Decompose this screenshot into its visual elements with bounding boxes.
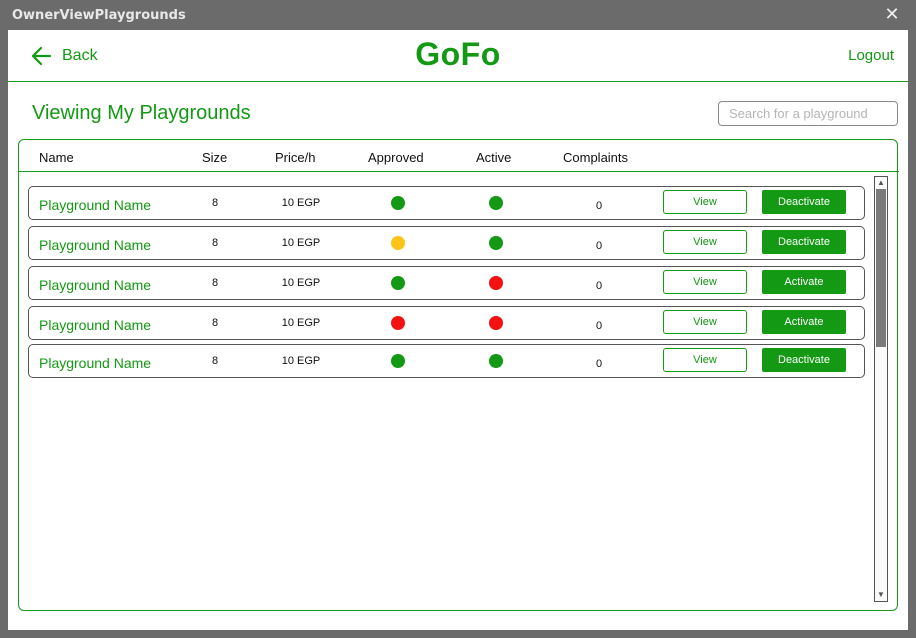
approved-status-dot <box>391 316 405 330</box>
playground-name: Playground Name <box>39 317 152 333</box>
view-button[interactable]: View <box>663 270 747 294</box>
toggle-active-button[interactable]: Activate <box>762 310 846 334</box>
app-content: Back GoFo Logout Viewing My Playgrounds … <box>8 30 908 630</box>
playground-size: 8 <box>211 277 219 289</box>
view-button[interactable]: View <box>663 230 747 254</box>
playground-size: 8 <box>211 355 219 367</box>
top-bar: Back GoFo Logout <box>8 30 908 82</box>
header-complaints: Complaints <box>563 150 629 165</box>
toggle-active-button[interactable]: Deactivate <box>762 230 846 254</box>
playground-price: 10 EGP <box>281 197 321 209</box>
table-row: Playground Name 8 10 EGP 0 View Activate <box>28 306 865 340</box>
table-row: Playground Name 8 10 EGP 0 View Deactiva… <box>28 344 865 378</box>
header-price: Price/h <box>275 150 316 165</box>
playground-size: 8 <box>211 197 219 209</box>
table-row: Playground Name 8 10 EGP 0 View Deactiva… <box>28 226 865 260</box>
playground-price: 10 EGP <box>281 237 321 249</box>
brand-logo: GoFo <box>415 36 501 72</box>
title-bar: OwnerViewPlaygrounds ✕ <box>0 0 916 30</box>
close-icon[interactable]: ✕ <box>883 4 901 24</box>
view-button[interactable]: View <box>663 190 747 214</box>
table-row: Playground Name 8 10 EGP 0 View Deactiva… <box>28 186 865 220</box>
view-button[interactable]: View <box>663 348 747 372</box>
table-row: Playground Name 8 10 EGP 0 View Activate <box>28 266 865 300</box>
complaints-count: 0 <box>595 240 603 252</box>
active-status-dot <box>489 316 503 330</box>
page-title: Viewing My Playgrounds <box>32 102 251 124</box>
complaints-count: 0 <box>595 320 603 332</box>
toggle-active-button[interactable]: Deactivate <box>762 190 846 214</box>
toggle-active-button[interactable]: Deactivate <box>762 348 846 372</box>
logout-link[interactable]: Logout <box>848 47 894 64</box>
playground-name: Playground Name <box>39 237 152 253</box>
playground-name: Playground Name <box>39 355 152 371</box>
header-approved: Approved <box>368 150 424 165</box>
scrollbar-thumb[interactable] <box>876 189 886 347</box>
approved-status-dot <box>391 354 405 368</box>
playground-name: Playground Name <box>39 197 152 213</box>
search-input[interactable] <box>718 101 898 126</box>
complaints-count: 0 <box>595 358 603 370</box>
window-title: OwnerViewPlaygrounds <box>12 8 186 23</box>
scroll-down-icon[interactable]: ▼ <box>876 590 886 600</box>
active-status-dot <box>489 354 503 368</box>
complaints-count: 0 <box>595 200 603 212</box>
playgrounds-panel: Name Size Price/h Approved Active Compla… <box>18 139 899 611</box>
header-size: Size <box>202 150 228 165</box>
vertical-scrollbar[interactable]: ▲ ▼ <box>874 176 888 602</box>
scroll-up-icon[interactable]: ▲ <box>876 178 886 188</box>
playground-size: 8 <box>211 237 219 249</box>
approved-status-dot <box>391 236 405 250</box>
playground-price: 10 EGP <box>281 355 321 367</box>
playground-name: Playground Name <box>39 277 152 293</box>
approved-status-dot <box>391 196 405 210</box>
playground-price: 10 EGP <box>281 277 321 289</box>
active-status-dot <box>489 276 503 290</box>
playground-price: 10 EGP <box>281 317 321 329</box>
view-button[interactable]: View <box>663 310 747 334</box>
active-status-dot <box>489 236 503 250</box>
complaints-count: 0 <box>595 280 603 292</box>
header-name: Name <box>39 150 74 165</box>
playground-size: 8 <box>211 317 219 329</box>
approved-status-dot <box>391 276 405 290</box>
toggle-active-button[interactable]: Activate <box>762 270 846 294</box>
app-window: OwnerViewPlaygrounds ✕ Back GoFo Logout … <box>0 0 916 638</box>
header-active: Active <box>476 150 512 165</box>
active-status-dot <box>489 196 503 210</box>
table-header: Name Size Price/h Approved Active Compla… <box>19 140 899 172</box>
